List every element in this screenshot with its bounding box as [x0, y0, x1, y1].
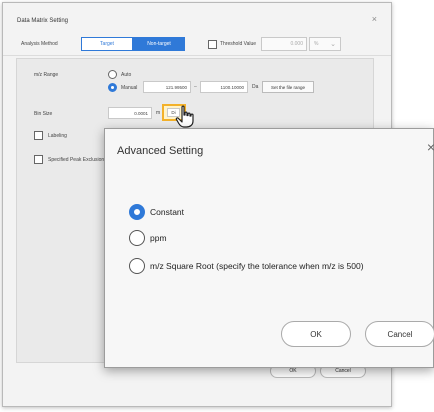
advanced-ok-button[interactable]: OK	[281, 321, 351, 347]
bin-size-input[interactable]: 0.0001	[108, 107, 152, 119]
set-file-range-button[interactable]: Set the file range	[262, 81, 314, 93]
threshold-input[interactable]: 0.000	[261, 37, 307, 51]
threshold-unit-select[interactable]: % ⌄	[309, 37, 341, 51]
manual-radio-label: Manual	[121, 85, 138, 91]
advanced-setting-title: Advanced Setting	[117, 145, 204, 157]
mz-unit-label: Da	[252, 84, 259, 90]
labeling-label: Labeling	[48, 133, 67, 139]
dialog-title: Data Matrix Setting	[17, 18, 69, 24]
target-tab[interactable]: Target	[81, 37, 133, 51]
constant-radio[interactable]	[129, 204, 145, 220]
header-divider	[3, 55, 391, 56]
auto-radio-label: Auto	[121, 72, 132, 78]
auto-radio[interactable]	[108, 70, 117, 79]
threshold-unit-value: %	[314, 41, 319, 47]
advanced-cancel-button[interactable]: Cancel	[365, 321, 434, 347]
advanced-setting-dialog: Advanced Setting × Constant ppm m/z Squa…	[104, 128, 434, 368]
non-target-tab[interactable]: Non-target	[133, 37, 185, 51]
mz-square-root-radio[interactable]	[129, 258, 145, 274]
peak-exclusion-label: Specified Peak Exclusion	[48, 157, 105, 163]
hand-pointer-icon	[175, 105, 194, 128]
threshold-checkbox[interactable]	[208, 40, 217, 49]
chevron-down-icon: ⌄	[330, 41, 336, 48]
labeling-checkbox[interactable]	[34, 131, 43, 140]
bin-size-label: Bin Size	[34, 111, 53, 117]
analysis-method-label: Analysis Method	[21, 41, 58, 47]
mz-square-root-label: m/z Square Root (specify the tolerance w…	[150, 261, 364, 271]
bin-unit-label: m	[156, 110, 161, 116]
constant-label: Constant	[150, 207, 185, 217]
screen: Data Matrix Setting × Analysis Method Ta…	[0, 0, 434, 412]
ppm-label: ppm	[150, 233, 167, 243]
threshold-label: Threshold Value	[220, 41, 257, 47]
manual-radio[interactable]	[108, 83, 117, 92]
mz-from-input[interactable]: 121.99500	[143, 81, 191, 93]
mz-to-input[interactable]: 1100.10000	[200, 81, 248, 93]
ppm-radio[interactable]	[129, 230, 145, 246]
range-dash: –	[194, 84, 197, 90]
peak-exclusion-checkbox[interactable]	[34, 155, 43, 164]
mz-range-label: m/z Range	[34, 72, 59, 78]
close-icon[interactable]: ×	[427, 139, 434, 155]
close-icon[interactable]: ×	[372, 14, 377, 24]
